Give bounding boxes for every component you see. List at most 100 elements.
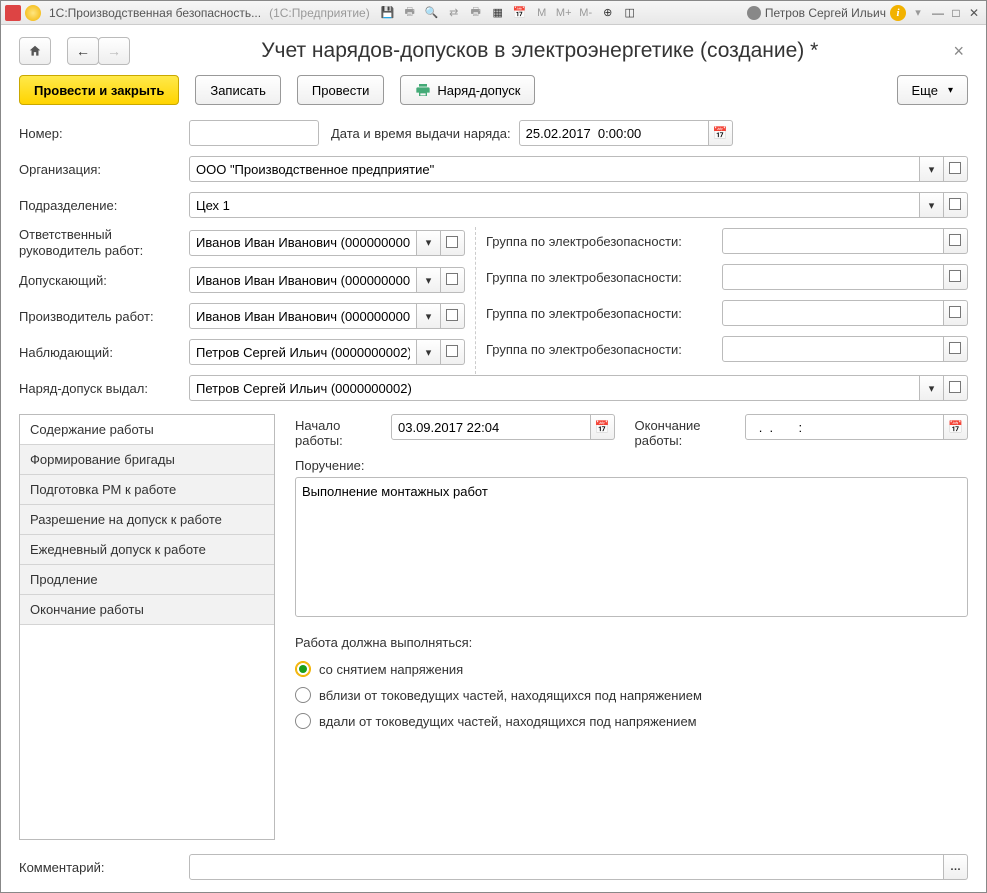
- tab-6[interactable]: Окончание работы: [20, 595, 274, 625]
- resp-dropdown-button[interactable]: ▾: [417, 230, 441, 256]
- tab-3[interactable]: Разрешение на допуск к работе: [20, 505, 274, 535]
- label-esafety4: Группа по электробезопасности:: [486, 342, 722, 357]
- back-button[interactable]: ←: [67, 37, 99, 65]
- print2-icon[interactable]: 🖶: [468, 5, 484, 21]
- post-button[interactable]: Провести: [297, 75, 385, 105]
- esafety2-open-button[interactable]: [944, 264, 968, 290]
- command-bar: Провести и закрыть Записать Провести Нар…: [19, 75, 968, 105]
- printer-icon: [415, 82, 431, 98]
- dept-open-button[interactable]: [944, 192, 968, 218]
- producer-dropdown-button[interactable]: ▾: [417, 303, 441, 329]
- resp-field[interactable]: [189, 230, 417, 256]
- label-task: Поручение:: [295, 458, 968, 473]
- row-observer: Наблюдающий: ▾: [19, 338, 465, 366]
- calendar-icon[interactable]: 📅: [512, 5, 528, 21]
- titlebar: 1С:Производственная безопасность... (1С:…: [1, 1, 986, 25]
- tab-1[interactable]: Формирование бригады: [20, 445, 274, 475]
- allower-dropdown-button[interactable]: ▾: [417, 267, 441, 293]
- open-icon: [448, 238, 458, 248]
- label-observer: Наблюдающий:: [19, 345, 189, 360]
- open-icon: [951, 383, 961, 393]
- open-icon: [951, 164, 961, 174]
- calc-icon[interactable]: ▦: [490, 5, 506, 21]
- org-field[interactable]: [189, 156, 920, 182]
- mplus-icon[interactable]: M+: [556, 5, 572, 21]
- mminus-icon[interactable]: M-: [578, 5, 594, 21]
- esafety4-open-button[interactable]: [944, 336, 968, 362]
- open-icon: [951, 200, 961, 210]
- esafety3-open-button[interactable]: [944, 300, 968, 326]
- esafety3-field[interactable]: [722, 300, 944, 326]
- allower-field[interactable]: [189, 267, 417, 293]
- issued-by-open-button[interactable]: [944, 375, 968, 401]
- issued-by-field[interactable]: [189, 375, 920, 401]
- help-dropdown-icon[interactable]: ▾: [910, 5, 926, 21]
- current-user[interactable]: Петров Сергей Ильич: [747, 6, 886, 20]
- task-textarea[interactable]: [295, 477, 968, 617]
- resp-open-button[interactable]: [441, 230, 465, 256]
- tab-5[interactable]: Продление: [20, 565, 274, 595]
- org-dropdown-button[interactable]: ▾: [920, 156, 944, 182]
- close-button[interactable]: ✕: [966, 5, 982, 21]
- form-close-button[interactable]: ×: [949, 41, 968, 62]
- observer-open-button[interactable]: [441, 339, 465, 365]
- radio-option-1[interactable]: вблизи от токоведущих частей, находящихс…: [295, 682, 968, 708]
- label-producer: Производитель работ:: [19, 309, 189, 324]
- esafety1-field[interactable]: [722, 228, 944, 254]
- tab-0[interactable]: Содержание работы: [20, 415, 274, 445]
- end-calendar-button[interactable]: 📅: [944, 414, 968, 440]
- home-button[interactable]: [19, 37, 51, 65]
- radio-option-2[interactable]: вдали от токоведущих частей, находящихся…: [295, 708, 968, 734]
- radio-icon: [295, 661, 311, 677]
- producer-open-button[interactable]: [441, 303, 465, 329]
- producer-field[interactable]: [189, 303, 417, 329]
- radio-label: вдали от токоведущих частей, находящихся…: [319, 714, 697, 729]
- panels-icon[interactable]: ◫: [622, 5, 638, 21]
- end-field[interactable]: [745, 414, 945, 440]
- write-button[interactable]: Записать: [195, 75, 281, 105]
- allower-open-button[interactable]: [441, 267, 465, 293]
- start-field[interactable]: [391, 414, 591, 440]
- label-number: Номер:: [19, 126, 189, 141]
- save-icon[interactable]: 💾: [380, 5, 396, 21]
- dept-dropdown-button[interactable]: ▾: [920, 192, 944, 218]
- issue-date-calendar-button[interactable]: 📅: [709, 120, 733, 146]
- compare-icon[interactable]: ⇄: [446, 5, 462, 21]
- responsible-section: Ответственный руководитель работ: ▾ Допу…: [19, 227, 968, 374]
- comment-field[interactable]: [189, 854, 944, 880]
- print-permit-label: Наряд-допуск: [437, 83, 520, 98]
- info-icon[interactable]: i: [890, 5, 906, 21]
- observer-dropdown-button[interactable]: ▾: [417, 339, 441, 365]
- observer-field[interactable]: [189, 339, 417, 365]
- dropdown-circle-icon[interactable]: [25, 5, 41, 21]
- radio-option-0[interactable]: со снятием напряжения: [295, 656, 968, 682]
- m-icon[interactable]: M: [534, 5, 550, 21]
- org-open-button[interactable]: [944, 156, 968, 182]
- issued-by-dropdown-button[interactable]: ▾: [920, 375, 944, 401]
- start-calendar-button[interactable]: 📅: [591, 414, 615, 440]
- esafety1-open-button[interactable]: [944, 228, 968, 254]
- preview-icon[interactable]: 🔍: [424, 5, 440, 21]
- logo-1c-icon: [5, 5, 21, 21]
- dept-field[interactable]: [189, 192, 920, 218]
- number-field[interactable]: [189, 120, 319, 146]
- radio-group: Работа должна выполняться: со снятием на…: [295, 635, 968, 734]
- tab-2[interactable]: Подготовка РМ к работе: [20, 475, 274, 505]
- tab-4[interactable]: Ежедневный допуск к работе: [20, 535, 274, 565]
- forward-button[interactable]: →: [98, 37, 130, 65]
- print-icon[interactable]: 🖶: [402, 5, 418, 21]
- minimize-button[interactable]: —: [930, 5, 946, 21]
- post-and-close-button[interactable]: Провести и закрыть: [19, 75, 179, 105]
- app-window: 1С:Производственная безопасность... (1С:…: [0, 0, 987, 893]
- comment-choose-button[interactable]: …: [944, 854, 968, 880]
- row-esafety3: Группа по электробезопасности:: [486, 299, 968, 327]
- print-permit-button[interactable]: Наряд-допуск: [400, 75, 535, 105]
- zoom-icon[interactable]: ⊕: [600, 5, 616, 21]
- row-esafety2: Группа по электробезопасности:: [486, 263, 968, 291]
- esafety4-field[interactable]: [722, 336, 944, 362]
- maximize-button[interactable]: □: [948, 5, 964, 21]
- esafety2-field[interactable]: [722, 264, 944, 290]
- row-allower: Допускающий: ▾: [19, 266, 465, 294]
- more-button[interactable]: Еще: [897, 75, 968, 105]
- issue-date-field[interactable]: [519, 120, 709, 146]
